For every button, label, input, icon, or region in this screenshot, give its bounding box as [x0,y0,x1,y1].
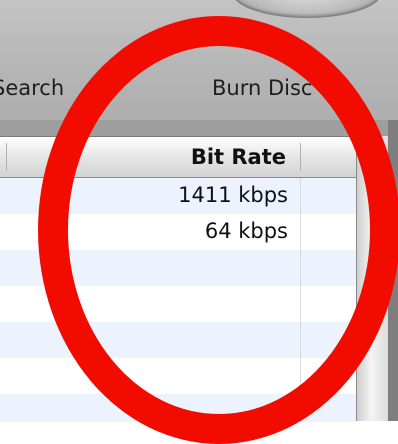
red-circle-annotation [38,16,398,444]
column-separator[interactable] [6,143,7,171]
search-label[interactable]: Search [0,76,64,100]
burn-disc-icon[interactable] [232,0,382,18]
